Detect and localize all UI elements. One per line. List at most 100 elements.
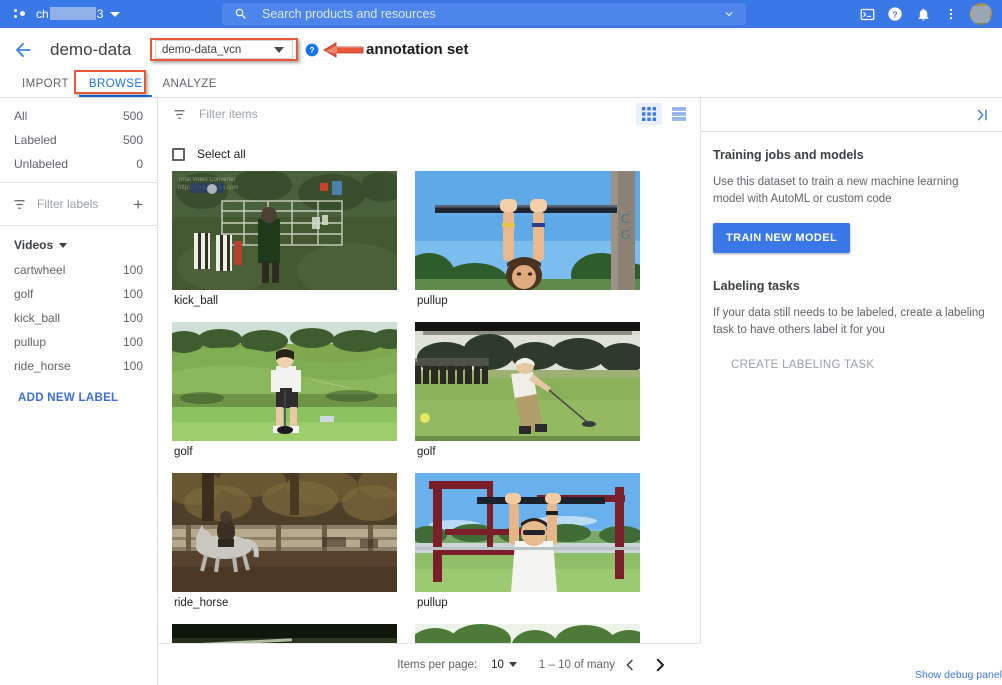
filter-labels-placeholder: Filter labels [37,197,99,211]
notifications-bell-icon[interactable] [910,1,936,27]
app-root: ch 3 ? [0,0,1002,685]
right-panel: Training jobs and models Use this datase… [701,98,1002,685]
filter-items-placeholder[interactable]: Filter items [199,107,636,121]
items-per-page-label: Items per page: [397,658,478,671]
add-new-label-button[interactable]: ADD NEW LABEL [0,378,157,404]
back-arrow-icon[interactable] [12,39,34,61]
show-debug-panel-link[interactable]: Show debug panel [915,669,1002,681]
sidebar-item-golf[interactable]: golf 100 [0,282,157,306]
item-label: golf [174,446,193,458]
right-panel-body: Training jobs and models Use this datase… [701,132,1002,379]
sidebar-item-unlabeled[interactable]: Unlabeled 0 [0,152,157,176]
gcp-logo-icon[interactable] [14,7,28,21]
sidebar-group-label: Videos [14,238,54,252]
svg-text:Total Video Converter: Total Video Converter [178,177,236,183]
annotation-set-dropdown[interactable]: demo-data_vcn [155,40,293,59]
item-thumbnail-pullup-red-frame[interactable] [415,473,640,592]
sidebar-item-pullup[interactable]: pullup 100 [0,330,157,354]
sidebar-item-count: 0 [136,157,143,171]
sidebar-item-label: ride_horse [14,359,71,373]
item-label: ride_horse [174,597,229,609]
sidebar-item-count: 500 [122,109,143,123]
page-header: demo-data [0,28,1002,71]
cloud-shell-icon[interactable] [854,1,880,27]
sidebar-item-count: 100 [122,335,143,349]
select-all-row: Select all [158,140,700,168]
annotation-callout-label: annotation set [366,41,469,58]
more-vert-icon[interactable] [938,1,964,27]
list-item[interactable]: ride_horse [172,473,397,615]
help-circle-icon[interactable]: ? [305,43,319,57]
item-thumbnail-golf-green-hills[interactable] [172,322,397,441]
item-label: pullup [417,597,448,609]
svg-text:?: ? [892,9,897,19]
list-item[interactable]: golf [172,322,397,464]
search-input[interactable] [262,7,722,21]
global-search[interactable] [222,3,746,25]
training-jobs-title: Training jobs and models [713,148,864,162]
previous-page-button[interactable] [615,650,645,680]
train-new-model-button[interactable]: TRAIN NEW MODEL [713,223,851,253]
collapse-panel-icon[interactable] [974,107,990,123]
training-jobs-description: Use this dataset to train a new machine … [713,176,959,205]
top-navigation-bar: ch 3 ? [0,0,1002,28]
sidebar-item-kick-ball[interactable]: kick_ball 100 [0,306,157,330]
list-item[interactable]: Total Video Converter http://www.xxxxxx.… [172,171,397,313]
item-label: kick_ball [174,295,219,307]
search-icon [235,8,246,19]
item-label: pullup [417,295,448,307]
search-chevron-down-icon[interactable] [722,7,736,21]
list-view-icon[interactable] [666,103,692,125]
sidebar-group-videos[interactable]: Videos [0,232,157,258]
item-thumbnail-pullup-bar-sky[interactable]: C G [415,171,640,290]
tab-analyze[interactable]: ANALYZE [152,71,226,97]
sidebar-item-count: 500 [122,133,143,147]
svg-text:G: G [621,227,631,242]
sidebar-item-label: golf [14,287,34,301]
sidebar-item-label: Labeled [14,133,57,147]
chevron-right-icon [656,658,664,671]
items-per-page-value: 10 [491,658,504,671]
tab-browse[interactable]: BROWSE [78,71,153,97]
pagination-range: 1 – 10 of many [538,658,615,671]
list-item[interactable]: C G pullup [415,171,640,313]
sidebar-divider-top [0,182,157,183]
create-labeling-task-button[interactable]: CREATE LABELING TASK [721,351,884,379]
content-area: Filter items Select all Total Video Conv… [158,98,701,685]
item-thumbnail-horse-arena[interactable] [172,473,397,592]
sidebar-item-label: Unlabeled [14,157,69,171]
item-thumbnail-golf-crowd-fairway[interactable] [415,322,640,441]
view-toggle-group [636,103,692,125]
list-item[interactable]: pullup [415,473,640,615]
right-panel-header [701,98,1002,132]
plus-icon[interactable]: + [133,196,145,213]
sidebar-item-label: cartwheel [14,263,66,277]
items-per-page-select[interactable]: 10 [491,659,517,671]
list-item[interactable]: golf [415,322,640,464]
sidebar-divider-bottom [0,225,157,226]
project-chevron-down-icon[interactable] [110,11,121,17]
select-all-checkbox[interactable] [172,147,185,161]
project-selector[interactable]: ch 3 [36,7,103,21]
sidebar-item-label: pullup [14,335,47,349]
items-grid: Total Video Converter http://www.xxxxxx.… [158,171,701,685]
avatar[interactable] [970,3,992,25]
help-icon[interactable]: ? [882,1,908,27]
sidebar-item-count: 100 [122,359,143,373]
sidebar-item-labeled[interactable]: Labeled 500 [0,128,157,152]
sidebar-item-count: 100 [122,263,143,277]
tab-import[interactable]: IMPORT [12,71,79,97]
sidebar-item-label: kick_ball [14,311,61,325]
sidebar-item-all[interactable]: All 500 [0,104,157,128]
sidebar-item-count: 100 [122,311,143,325]
item-thumbnail-soccer-goal[interactable]: Total Video Converter http://www.xxxxxx.… [172,171,397,290]
grid-view-icon[interactable] [636,103,662,125]
sidebar-item-ride-horse[interactable]: ride_horse 100 [0,354,157,378]
filter-icon [174,109,185,119]
sidebar-item-label: All [14,109,28,123]
chevron-down-icon [59,242,68,248]
next-page-button[interactable] [645,650,675,680]
sidebar-item-cartwheel[interactable]: cartwheel 100 [0,258,157,282]
page-title: demo-data [50,39,132,59]
filter-labels-row[interactable]: Filter labels + [0,189,157,219]
